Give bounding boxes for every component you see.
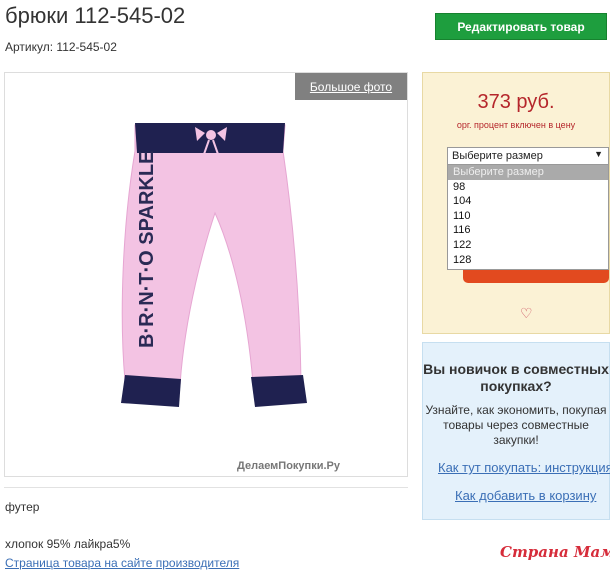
size-option[interactable]: 104 [448,194,608,209]
size-option[interactable]: 128 [448,253,608,268]
add-to-cart-help-link[interactable]: Как добавить в корзину [455,488,596,503]
newbie-info-panel: Вы новичок в совместных покупках? Узнайт… [422,342,610,520]
size-option[interactable]: 110 [448,209,608,224]
site-watermark: ДелаемПокупки.Ру [237,460,340,472]
size-option[interactable]: 116 [448,223,608,238]
product-composition: хлопок 95% лайкра5% [5,537,131,551]
size-select-value: Выберите размер [452,150,543,162]
chevron-down-icon: ▼ [594,149,603,159]
edit-product-button[interactable]: Редактировать товар [435,13,607,40]
howto-link[interactable]: Как тут покупать: инструкция [438,460,610,475]
price: 373 руб. [477,91,555,113]
size-option[interactable]: 122 [448,238,608,253]
info-question: Вы новичок в совместных покупках? [423,361,609,394]
big-photo-button[interactable]: Большое фото [295,73,407,100]
pants-print-text: B·R·N·T·O SPARKLE [136,151,158,348]
product-title: брюки 112-545-02 [5,3,186,28]
size-option[interactable]: 98 [448,180,608,195]
product-sku: Артикул: 112-545-02 [5,40,117,54]
size-select[interactable]: Выберите размер ▼ [447,147,609,165]
divider [4,487,408,488]
price-note: орг. процент включен в цену [456,120,576,130]
heart-icon[interactable]: ♡ [520,305,533,322]
maker-page-link[interactable]: Страница товара на сайте производителя [5,556,239,570]
info-text: Узнайте, как экономить, покупая товары ч… [425,403,607,447]
size-option[interactable]: Выберите размер [448,165,608,180]
product-description: футер [5,500,40,514]
stranamam-logo: Страна Мам [500,543,610,561]
size-dropdown-list: Выберите размер 98 104 110 116 122 128 [447,164,609,270]
product-photo-box: Большое фото B·R·N·T·O SPARKLE ДелаемПок… [4,72,408,477]
product-image[interactable]: B·R·N·T·O SPARKLE [95,113,325,413]
